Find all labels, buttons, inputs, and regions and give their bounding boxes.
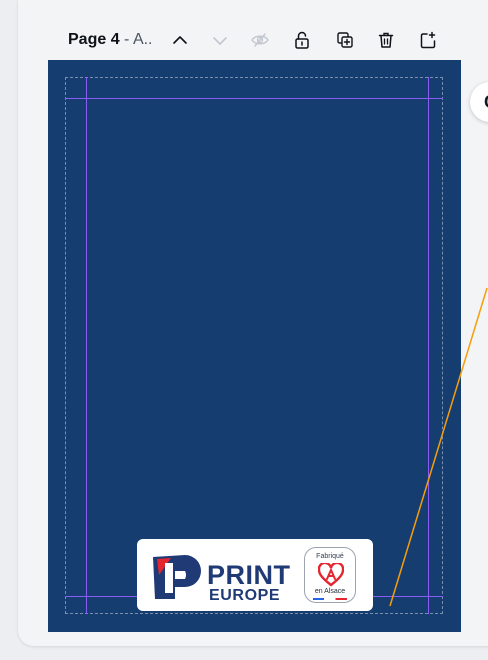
page-name: A.. [132,31,153,48]
page-number-label: Page 4 [68,31,120,48]
page-title[interactable]: Page 4 - A.. [68,30,153,50]
alsace-heart-icon [318,563,344,587]
badge-bottom-text: en Alsace [314,588,346,595]
page-toolbar: Page 4 - A.. [48,26,468,54]
guide-top[interactable] [65,98,443,99]
logo-word-europe: EUROPE [209,587,281,604]
badge-flag-stripe [313,598,347,600]
print-europe-mark-icon [153,555,201,599]
chevron-up-icon[interactable] [168,28,192,52]
bleed-margin-outline [65,77,443,614]
side-button-label: C [484,92,488,113]
trash-icon[interactable] [374,28,398,52]
chevron-down-icon[interactable] [208,28,232,52]
title-separator: - [119,31,133,48]
guide-right[interactable] [428,77,429,614]
design-canvas[interactable]: PRINT EUROPE Fabriqué en Alsace [48,60,461,632]
add-page-icon[interactable] [416,28,440,52]
logo-word-print: PRINT [207,560,291,590]
fabrique-en-alsace-badge: Fabriqué en Alsace [304,547,356,603]
duplicate-page-icon[interactable] [333,28,357,52]
hide-eye-icon[interactable] [248,28,272,52]
unlock-icon[interactable] [290,28,314,52]
badge-top-text: Fabriqué [316,553,344,560]
print-europe-logo[interactable]: PRINT EUROPE Fabriqué en Alsace [137,539,373,611]
guide-left[interactable] [86,77,87,614]
